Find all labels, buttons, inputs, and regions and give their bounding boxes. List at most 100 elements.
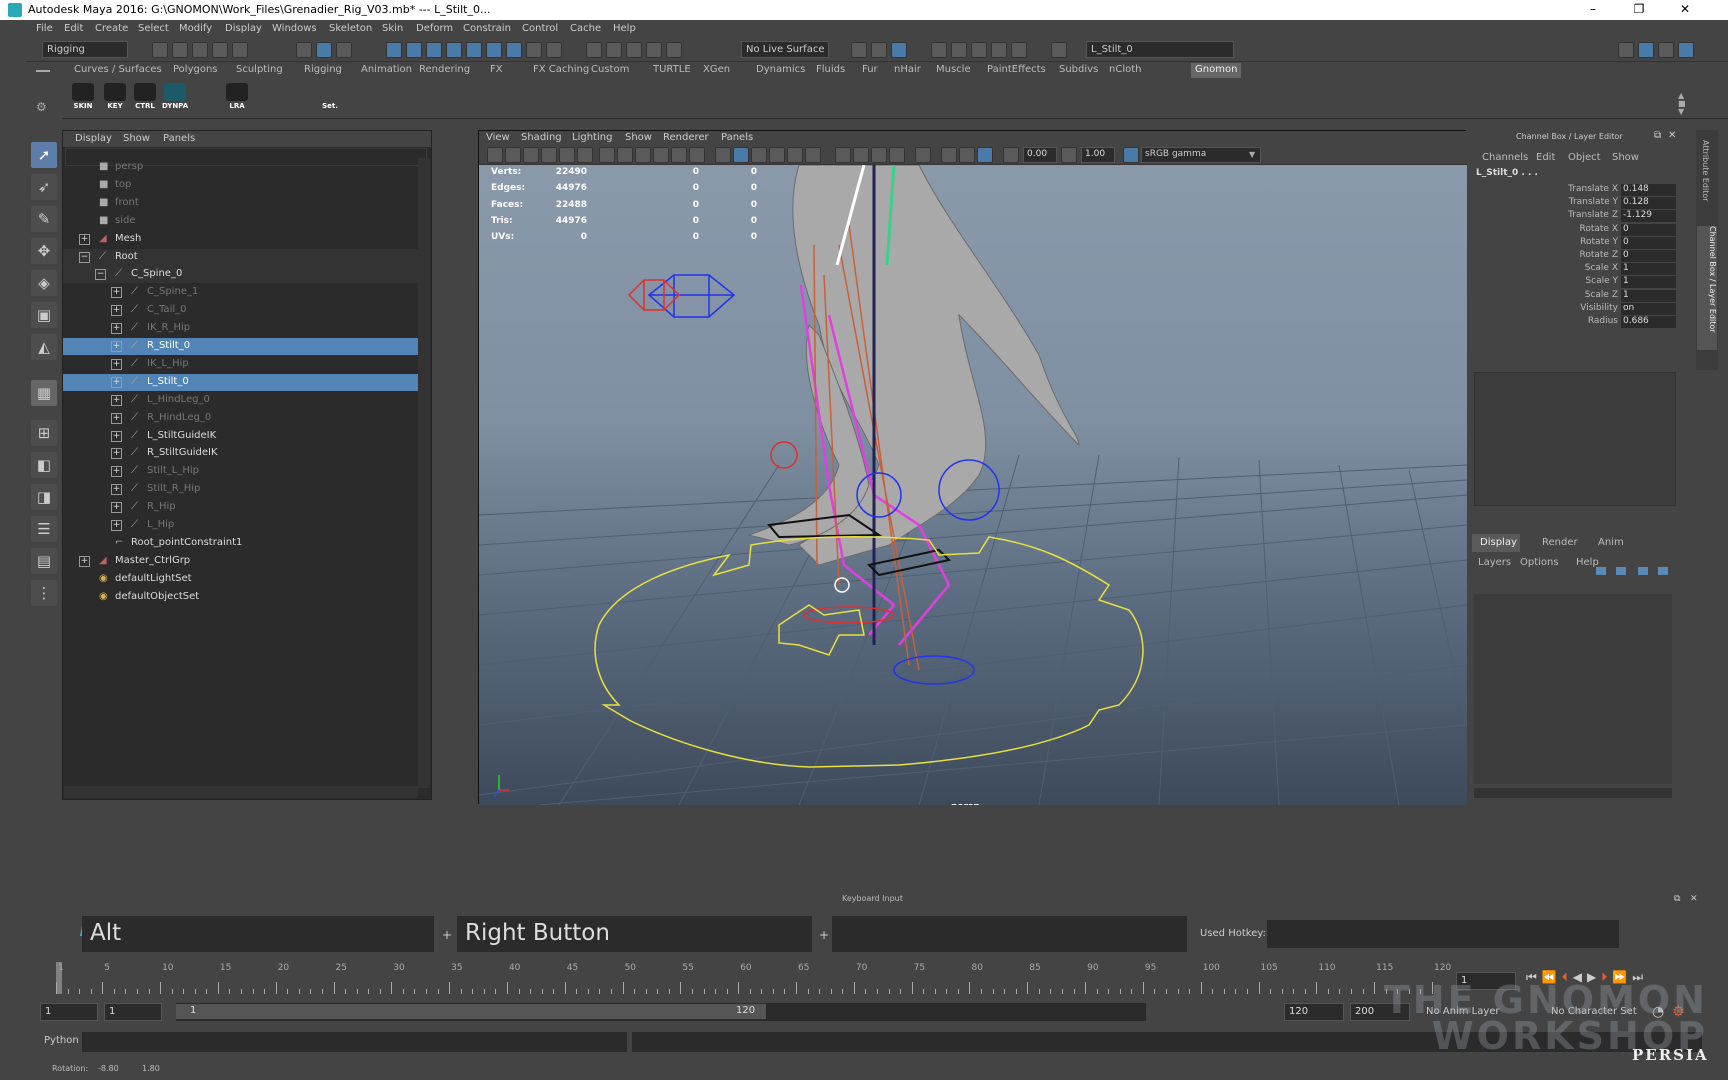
viewport-menu-shading[interactable]: Shading — [521, 132, 562, 143]
xray-icon[interactable] — [941, 147, 957, 163]
shelf-tab-ncloth[interactable]: nCloth — [1105, 63, 1145, 78]
shelf-tab-fx-caching[interactable]: FX Caching — [529, 63, 593, 78]
menu-deform[interactable]: Deform — [416, 23, 453, 34]
channel-value[interactable]: 0 — [1621, 236, 1676, 249]
cb-menu-object[interactable]: Object — [1568, 152, 1601, 163]
expand-icon[interactable]: + — [111, 323, 122, 335]
current-time-indicator[interactable] — [56, 962, 62, 994]
pick-mask-5-icon[interactable] — [466, 42, 482, 58]
ipr-render-icon[interactable] — [971, 42, 987, 58]
expand-icon[interactable]: + — [79, 233, 90, 245]
channel-row[interactable]: Scale Y1 — [1468, 276, 1676, 289]
gamma-field[interactable]: 1.00 — [1081, 147, 1115, 163]
quick-layout-side-icon[interactable]: ◧ — [31, 452, 57, 478]
last-tool-icon[interactable]: ◭ — [31, 334, 57, 360]
expand-icon[interactable]: + — [111, 502, 122, 514]
playback-end-field[interactable]: 120 — [1284, 1003, 1344, 1021]
collapse-icon[interactable]: − — [95, 269, 106, 281]
color-management-icon[interactable] — [1123, 147, 1139, 163]
outliner-horizontal-scrollbar[interactable] — [64, 786, 418, 798]
outliner-row[interactable]: + ⟋ C_Tail_0 — [63, 302, 418, 319]
highlight-icon[interactable] — [546, 42, 562, 58]
textured-icon[interactable] — [769, 147, 785, 163]
expand-icon[interactable]: + — [111, 394, 122, 406]
shelf-tab-fluids[interactable]: Fluids — [812, 63, 849, 78]
pick-mask-7-icon[interactable] — [506, 42, 522, 58]
shelf-tab-custom[interactable]: Custom — [587, 63, 633, 78]
snap-view-icon[interactable] — [646, 42, 662, 58]
outliner-row[interactable]: ■ top — [63, 177, 418, 194]
shelf-tab-sculpting[interactable]: Sculpting — [232, 63, 287, 78]
outliner-row[interactable]: ◉ defaultLightSet — [63, 571, 418, 588]
exposure-field[interactable]: 0.00 — [1023, 147, 1057, 163]
expand-icon[interactable]: + — [111, 484, 122, 496]
shelf-menu-icon[interactable] — [36, 70, 50, 80]
tab-render[interactable]: Render — [1542, 537, 1578, 548]
outliner-row[interactable]: + ⟋ L_HindLeg_0 — [63, 392, 418, 409]
snap-curve-icon[interactable] — [606, 42, 622, 58]
move-tool-icon[interactable]: ✥ — [31, 238, 57, 264]
channel-value[interactable]: 1 — [1621, 289, 1676, 302]
wireframe-on-shaded-icon[interactable] — [751, 147, 767, 163]
float-panel-icon[interactable]: ⧉ — [1654, 130, 1661, 141]
shelf-tab-curves-surfaces[interactable]: Curves / Surfaces — [70, 63, 166, 78]
menu-modify[interactable]: Modify — [179, 23, 212, 34]
shadows-icon[interactable] — [805, 147, 821, 163]
new-layer-icon[interactable] — [1638, 567, 1648, 575]
expand-icon[interactable]: + — [111, 448, 122, 460]
selection-name-field[interactable]: L_Stilt_0 — [1086, 41, 1234, 58]
outliner-row[interactable]: + ⟋ R_StiltGuideIK — [63, 445, 418, 462]
shelf-tab-painteffects[interactable]: PaintEffects — [983, 63, 1050, 78]
outliner-row[interactable]: − ⟋ C_Spine_0 — [63, 266, 418, 284]
pick-mask-1-icon[interactable] — [386, 42, 402, 58]
output-ops-icon[interactable] — [871, 42, 887, 58]
shelf-tab-subdivs[interactable]: Subdivs — [1055, 63, 1102, 78]
live-surface-field[interactable]: No Live Surface — [741, 41, 829, 58]
film-gate-icon[interactable] — [617, 147, 633, 163]
channel-row[interactable]: Rotate X0 — [1468, 223, 1676, 237]
channel-row[interactable]: Scale X1 — [1468, 263, 1676, 276]
shelf-tab-xgen[interactable]: XGen — [699, 63, 734, 78]
move-layer-up-icon[interactable] — [1596, 567, 1606, 575]
depth-of-field-icon[interactable] — [889, 147, 905, 163]
menu-file[interactable]: File — [36, 23, 53, 34]
pick-mask-3-icon[interactable] — [426, 42, 442, 58]
bookmark-icon[interactable] — [523, 147, 539, 163]
modeling-toolkit-icon[interactable] — [1618, 42, 1634, 58]
menu-skin[interactable]: Skin — [382, 23, 403, 34]
expand-icon[interactable]: + — [79, 555, 90, 567]
channel-row[interactable]: Rotate Y0 — [1468, 236, 1676, 250]
cb-menu-show[interactable]: Show — [1612, 152, 1639, 163]
channel-box-toggle-icon[interactable] — [1678, 42, 1694, 58]
outliner-row[interactable]: + ⟋ L_Stilt_0 — [63, 373, 418, 391]
save-scene-icon[interactable] — [192, 42, 208, 58]
cb-menu-edit[interactable]: Edit — [1536, 152, 1555, 163]
outliner-row[interactable]: + ⟋ IK_L_Hip — [63, 356, 418, 373]
outliner-row[interactable]: ■ side — [63, 213, 418, 230]
menuset-dropdown[interactable]: Rigging — [42, 41, 128, 58]
shelf-button-tool-7[interactable] — [287, 83, 313, 117]
channel-value[interactable]: 0.148 — [1621, 184, 1676, 196]
viewport-menu-lighting[interactable]: Lighting — [572, 132, 612, 143]
outliner-row[interactable]: + ◢ Mesh — [63, 231, 418, 248]
viewport-menu-show[interactable]: Show — [625, 132, 652, 143]
close-button[interactable]: ✕ — [1662, 0, 1708, 20]
channel-row[interactable]: Translate Y 0.128 — [1468, 197, 1676, 210]
cb-menu-channels[interactable]: Channels — [1482, 152, 1528, 163]
grease-pencil-icon[interactable] — [577, 147, 593, 163]
quick-layout-menu-icon[interactable]: ⋮ — [31, 580, 57, 606]
color-space-dropdown[interactable]: sRGB gamma — [1141, 147, 1261, 163]
playback-start-field[interactable]: 1 — [104, 1003, 162, 1021]
outliner-row[interactable]: + ⟋ Stilt_R_Hip — [63, 481, 418, 498]
channel-value[interactable]: 1 — [1621, 276, 1676, 289]
menu-edit[interactable]: Edit — [64, 23, 83, 34]
expand-icon[interactable]: + — [111, 305, 122, 317]
construction-history-icon[interactable] — [891, 42, 907, 58]
time-ruler[interactable]: 1510152025303540455055606570758085909510… — [46, 962, 1472, 994]
quick-layout-graph-icon[interactable]: ▤ — [31, 548, 57, 574]
shelf-gear-icon[interactable]: ⚙ — [36, 100, 47, 114]
smooth-shade-icon[interactable] — [733, 147, 749, 163]
outliner-row[interactable]: ◉ defaultObjectSet — [63, 589, 418, 606]
shelf-tab-fur[interactable]: Fur — [858, 63, 882, 78]
menu-display[interactable]: Display — [225, 23, 262, 34]
